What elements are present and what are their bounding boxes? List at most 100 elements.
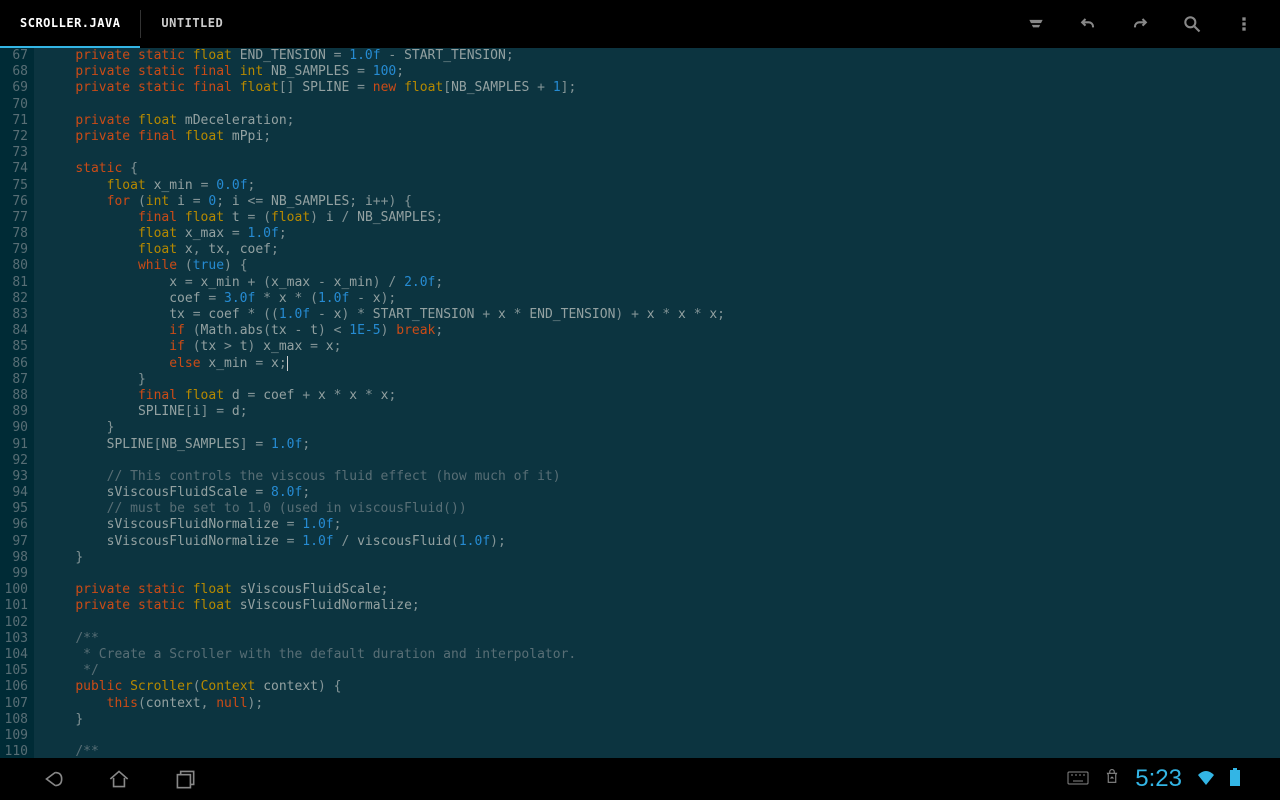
recents-button[interactable] [172,766,198,792]
toolbar-icons [1024,12,1280,36]
code-line[interactable]: if (Math.abs(tx - t) < 1E-5) break; [44,323,725,339]
code-line[interactable]: } [44,420,725,436]
search-icon[interactable] [1180,12,1204,36]
line-number: 92 [0,453,28,469]
line-number: 101 [0,598,28,614]
code-line[interactable]: /** [44,631,725,647]
code-line[interactable]: sViscousFluidScale = 8.0f; [44,485,725,501]
line-number: 70 [0,97,28,113]
code-line[interactable] [44,615,725,631]
code-editor[interactable]: 6768697071727374757677787980818283848586… [0,48,1280,758]
code-line[interactable]: float x_min = 0.0f; [44,178,725,194]
code-line[interactable]: final float t = (float) i / NB_SAMPLES; [44,210,725,226]
line-number: 95 [0,501,28,517]
redo-icon[interactable] [1128,12,1152,36]
code-line[interactable]: } [44,712,725,728]
line-number: 76 [0,194,28,210]
line-number: 94 [0,485,28,501]
line-number: 99 [0,566,28,582]
code-line[interactable] [44,728,725,744]
code-line[interactable]: public Scroller(Context context) { [44,679,725,695]
back-button[interactable] [40,766,66,792]
code-line[interactable]: private static float sViscousFluidNormal… [44,598,725,614]
line-number: 71 [0,113,28,129]
code-line[interactable]: // must be set to 1.0 (used in viscousFl… [44,501,725,517]
code-line[interactable]: private final float mPpi; [44,129,725,145]
code-line[interactable]: x = x_min + (x_max - x_min) / 2.0f; [44,275,725,291]
code-line[interactable]: SPLINE[NB_SAMPLES] = 1.0f; [44,437,725,453]
code-line[interactable]: private static float sViscousFluidScale; [44,582,725,598]
clock: 5:23 [1135,765,1182,793]
tab-strip: SCROLLER.JAVA UNTITLED [0,0,243,48]
line-number: 78 [0,226,28,242]
line-number: 88 [0,388,28,404]
code-line[interactable]: */ [44,663,725,679]
code-line[interactable] [44,453,725,469]
line-number: 97 [0,534,28,550]
save-icon[interactable] [1024,12,1048,36]
code-line[interactable]: if (tx > t) x_max = x; [44,339,725,355]
wifi-icon [1196,769,1216,789]
code-line[interactable]: private static final float[] SPLINE = ne… [44,80,725,96]
code-line[interactable]: this(context, null); [44,696,725,712]
code-line[interactable]: while (true) { [44,258,725,274]
line-number: 75 [0,178,28,194]
line-number: 77 [0,210,28,226]
line-number: 96 [0,517,28,533]
code-line[interactable]: private float mDeceleration; [44,113,725,129]
battery-icon [1230,768,1240,790]
code-line[interactable]: SPLINE[i] = d; [44,404,725,420]
code-line[interactable]: } [44,372,725,388]
code-line[interactable]: float x_max = 1.0f; [44,226,725,242]
line-number: 89 [0,404,28,420]
code-line[interactable]: * Create a Scroller with the default dur… [44,647,725,663]
line-number: 110 [0,744,28,758]
tab-untitled[interactable]: UNTITLED [141,0,243,48]
line-number: 74 [0,161,28,177]
overflow-menu-icon[interactable] [1232,12,1256,36]
line-number-gutter: 6768697071727374757677787980818283848586… [0,48,34,758]
code-line[interactable]: for (int i = 0; i <= NB_SAMPLES; i++) { [44,194,725,210]
undo-icon[interactable] [1076,12,1100,36]
code-line[interactable] [44,97,725,113]
line-number: 85 [0,339,28,355]
code-line[interactable]: // This controls the viscous fluid effec… [44,469,725,485]
code-line[interactable]: final float d = coef + x * x * x; [44,388,725,404]
line-number: 98 [0,550,28,566]
line-number: 106 [0,679,28,695]
code-line[interactable]: private static float END_TENSION = 1.0f … [44,48,725,64]
code-line[interactable] [44,566,725,582]
code-line[interactable]: else x_min = x; [44,356,725,372]
code-content[interactable]: private static float END_TENSION = 1.0f … [34,48,725,758]
line-number: 86 [0,356,28,372]
line-number: 68 [0,64,28,80]
line-number: 91 [0,437,28,453]
code-line[interactable] [44,145,725,161]
keyboard-icon [1067,770,1089,789]
nav-buttons [40,766,198,792]
code-line[interactable]: sViscousFluidNormalize = 1.0f / viscousF… [44,534,725,550]
code-line[interactable]: float x, tx, coef; [44,242,725,258]
code-line[interactable]: } [44,550,725,566]
line-number: 103 [0,631,28,647]
code-line[interactable]: sViscousFluidNormalize = 1.0f; [44,517,725,533]
line-number: 84 [0,323,28,339]
line-number: 67 [0,48,28,64]
line-number: 81 [0,275,28,291]
home-button[interactable] [106,766,132,792]
tab-scroller-java[interactable]: SCROLLER.JAVA [0,0,140,48]
line-number: 93 [0,469,28,485]
android-nav-bar: 5:23 [0,758,1280,800]
code-line[interactable]: /** [44,744,725,758]
line-number: 102 [0,615,28,631]
code-line[interactable]: tx = coef * ((1.0f - x) * START_TENSION … [44,307,725,323]
code-line[interactable]: private static final int NB_SAMPLES = 10… [44,64,725,80]
line-number: 73 [0,145,28,161]
store-icon[interactable] [1103,768,1121,790]
line-number: 72 [0,129,28,145]
line-number: 83 [0,307,28,323]
code-line[interactable]: static { [44,161,725,177]
line-number: 79 [0,242,28,258]
code-line[interactable]: coef = 3.0f * x * (1.0f - x); [44,291,725,307]
line-number: 69 [0,80,28,96]
